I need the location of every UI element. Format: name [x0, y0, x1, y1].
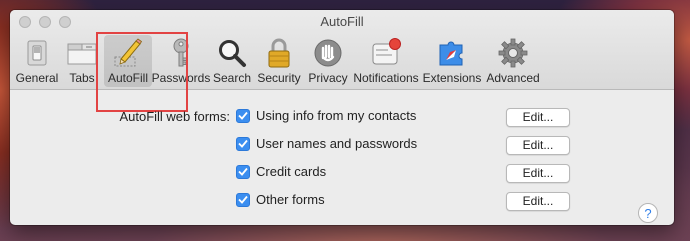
option-contacts[interactable]: Using info from my contacts: [236, 108, 416, 123]
puzzle-icon: [434, 36, 470, 70]
contacts-checkbox[interactable]: [236, 108, 250, 123]
autofill-pane: AutoFill web forms: Using info from my c…: [10, 90, 674, 225]
checkmark-icon: [238, 167, 248, 176]
edit-usernames-button[interactable]: Edit...: [506, 136, 570, 155]
credit-cards-label: Credit cards: [256, 164, 327, 179]
tab-extensions[interactable]: Extensions: [420, 35, 484, 87]
gear-icon: [495, 36, 531, 70]
help-button[interactable]: ?: [638, 203, 658, 223]
tab-advanced[interactable]: Advanced: [484, 35, 542, 87]
tab-security[interactable]: Security: [254, 35, 304, 87]
pencil-icon: [110, 36, 146, 70]
checkmark-icon: [238, 195, 248, 204]
key-icon: [163, 36, 199, 70]
option-usernames[interactable]: User names and passwords: [236, 136, 417, 151]
preferences-toolbar: General Tabs AutoFill Passwords Search S…: [14, 35, 542, 87]
lock-icon: [261, 36, 297, 70]
switch-icon: [19, 36, 55, 70]
tab-passwords[interactable]: Passwords: [152, 35, 210, 87]
tab-notifications[interactable]: Notifications: [352, 35, 420, 87]
checkmark-icon: [238, 139, 248, 148]
tab-tabs[interactable]: Tabs: [60, 35, 104, 87]
preferences-window: AutoFill General Tabs AutoFill Passwords…: [10, 10, 674, 225]
credit-cards-checkbox[interactable]: [236, 164, 250, 179]
option-other-forms[interactable]: Other forms: [236, 192, 325, 207]
tab-search[interactable]: Search: [210, 35, 254, 87]
tab-general[interactable]: General: [14, 35, 60, 87]
magnifier-icon: [214, 36, 250, 70]
edit-credit-cards-button[interactable]: Edit...: [506, 164, 570, 183]
other-forms-checkbox[interactable]: [236, 192, 250, 207]
checkmark-icon: [238, 111, 248, 120]
tab-autofill[interactable]: AutoFill: [104, 35, 152, 87]
usernames-label: User names and passwords: [256, 136, 418, 151]
usernames-checkbox[interactable]: [236, 136, 250, 151]
titlebar: AutoFill General Tabs AutoFill Passwords…: [10, 10, 674, 112]
edit-other-forms-button[interactable]: Edit...: [506, 192, 570, 211]
contacts-label: Using info from my contacts: [256, 108, 417, 123]
other-forms-label: Other forms: [256, 192, 325, 207]
autofill-web-forms-label: AutoFill web forms:: [119, 109, 230, 124]
hand-icon: [310, 36, 346, 70]
edit-contacts-button[interactable]: Edit...: [506, 108, 570, 127]
window-title: AutoFill: [320, 14, 364, 29]
notifications-icon: [368, 36, 404, 70]
option-credit-cards[interactable]: Credit cards: [236, 164, 326, 179]
tabs-icon: [64, 36, 100, 70]
tab-privacy[interactable]: Privacy: [304, 35, 352, 87]
